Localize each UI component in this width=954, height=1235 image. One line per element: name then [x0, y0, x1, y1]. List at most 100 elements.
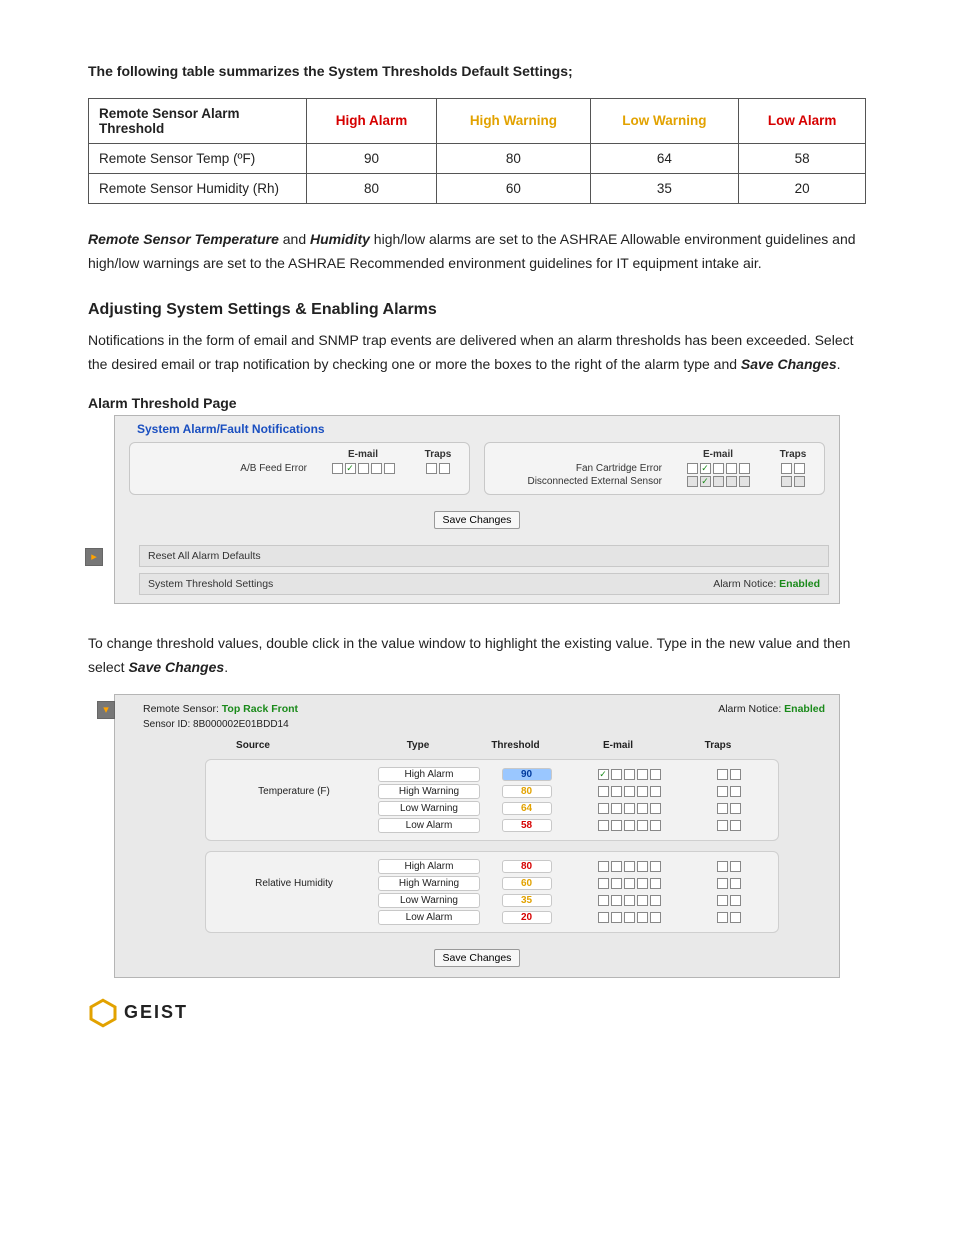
checkbox[interactable]	[611, 912, 622, 923]
save-changes-button[interactable]: Save Changes	[434, 949, 521, 967]
checkbox[interactable]	[637, 861, 648, 872]
checkbox[interactable]	[624, 786, 635, 797]
checkbox[interactable]	[426, 463, 437, 474]
checkbox[interactable]	[624, 820, 635, 831]
checkbox[interactable]	[700, 476, 711, 487]
col-traps: Traps	[768, 449, 818, 460]
checkbox[interactable]	[730, 820, 741, 831]
threshold-value[interactable]: 20	[502, 911, 552, 924]
checkbox[interactable]	[637, 820, 648, 831]
checkbox[interactable]	[598, 803, 609, 814]
checkbox[interactable]	[598, 861, 609, 872]
alarm-threshold-page-heading: Alarm Threshold Page	[88, 395, 866, 411]
th-low-warning: Low Warning	[590, 98, 739, 143]
checkbox[interactable]	[687, 463, 698, 474]
checkbox[interactable]	[611, 895, 622, 906]
checkbox[interactable]	[717, 878, 728, 889]
checkbox[interactable]	[726, 476, 737, 487]
checkbox[interactable]	[624, 895, 635, 906]
checkbox[interactable]	[611, 878, 622, 889]
checkbox-set	[413, 463, 463, 474]
checkbox[interactable]	[650, 786, 661, 797]
threshold-value[interactable]: 58	[502, 819, 552, 832]
checkbox[interactable]	[726, 463, 737, 474]
checkbox[interactable]	[637, 786, 648, 797]
checkbox[interactable]	[611, 861, 622, 872]
checkbox[interactable]	[730, 861, 741, 872]
checkbox[interactable]	[713, 463, 724, 474]
checkbox[interactable]	[624, 769, 635, 780]
checkbox[interactable]	[730, 769, 741, 780]
checkbox[interactable]	[384, 463, 395, 474]
checkbox[interactable]	[730, 912, 741, 923]
type-label: High Warning	[378, 876, 480, 891]
checkbox[interactable]	[650, 878, 661, 889]
checkbox[interactable]	[794, 476, 805, 487]
checkbox[interactable]	[598, 820, 609, 831]
checkbox[interactable]	[624, 912, 635, 923]
checkbox[interactable]	[598, 769, 609, 780]
threshold-value[interactable]: 80	[502, 785, 552, 798]
checkbox[interactable]	[781, 463, 792, 474]
checkbox[interactable]	[717, 895, 728, 906]
checkbox[interactable]	[624, 878, 635, 889]
threshold-value[interactable]: 80	[502, 860, 552, 873]
checkbox[interactable]	[371, 463, 382, 474]
checkbox[interactable]	[637, 878, 648, 889]
checkbox[interactable]	[598, 878, 609, 889]
checkbox[interactable]	[650, 861, 661, 872]
checkbox[interactable]	[637, 912, 648, 923]
checkbox[interactable]	[730, 786, 741, 797]
checkbox[interactable]	[717, 803, 728, 814]
checkbox[interactable]	[611, 786, 622, 797]
checkbox[interactable]	[794, 463, 805, 474]
checkbox[interactable]	[358, 463, 369, 474]
checkbox[interactable]	[739, 463, 750, 474]
checkbox[interactable]	[611, 769, 622, 780]
checkbox[interactable]	[781, 476, 792, 487]
table-row: Remote Sensor Temp (ºF)90806458	[89, 143, 866, 173]
checkbox[interactable]	[730, 878, 741, 889]
checkbox[interactable]	[598, 895, 609, 906]
checkbox[interactable]	[717, 820, 728, 831]
checkbox[interactable]	[439, 463, 450, 474]
checkbox[interactable]	[332, 463, 343, 474]
checkbox[interactable]	[611, 803, 622, 814]
checkbox[interactable]	[598, 912, 609, 923]
threshold-value[interactable]: 35	[502, 894, 552, 907]
checkbox[interactable]	[739, 476, 750, 487]
checkbox[interactable]	[637, 769, 648, 780]
checkbox[interactable]	[730, 803, 741, 814]
checkbox[interactable]	[717, 786, 728, 797]
checkbox[interactable]	[717, 912, 728, 923]
type-label: Low Warning	[378, 893, 480, 908]
checkbox[interactable]	[717, 769, 728, 780]
checkbox[interactable]	[730, 895, 741, 906]
checkbox[interactable]	[713, 476, 724, 487]
checkbox[interactable]	[700, 463, 711, 474]
system-threshold-bar[interactable]: ▸ System Threshold Settings Alarm Notice…	[139, 573, 829, 595]
checkbox[interactable]	[637, 803, 648, 814]
threshold-value[interactable]: 90	[502, 768, 552, 781]
checkbox[interactable]	[650, 895, 661, 906]
checkbox[interactable]	[598, 786, 609, 797]
checkbox[interactable]	[611, 820, 622, 831]
checkbox[interactable]	[650, 912, 661, 923]
checkbox[interactable]	[650, 769, 661, 780]
checkbox[interactable]	[650, 820, 661, 831]
col-threshold: Threshold	[473, 740, 558, 751]
checkbox[interactable]	[717, 861, 728, 872]
checkbox[interactable]	[624, 861, 635, 872]
collapse-icon[interactable]: ▾	[97, 701, 115, 719]
checkbox[interactable]	[650, 803, 661, 814]
checkbox[interactable]	[624, 803, 635, 814]
threshold-line: Low Warning64	[214, 800, 770, 817]
checkbox[interactable]	[687, 476, 698, 487]
save-changes-button[interactable]: Save Changes	[434, 511, 521, 529]
threshold-value[interactable]: 64	[502, 802, 552, 815]
checkbox[interactable]	[345, 463, 356, 474]
checkbox[interactable]	[637, 895, 648, 906]
reset-defaults-bar[interactable]: ▸ Reset All Alarm Defaults	[139, 545, 829, 567]
threshold-value[interactable]: 60	[502, 877, 552, 890]
section-heading: Adjusting System Settings & Enabling Ala…	[88, 301, 866, 319]
